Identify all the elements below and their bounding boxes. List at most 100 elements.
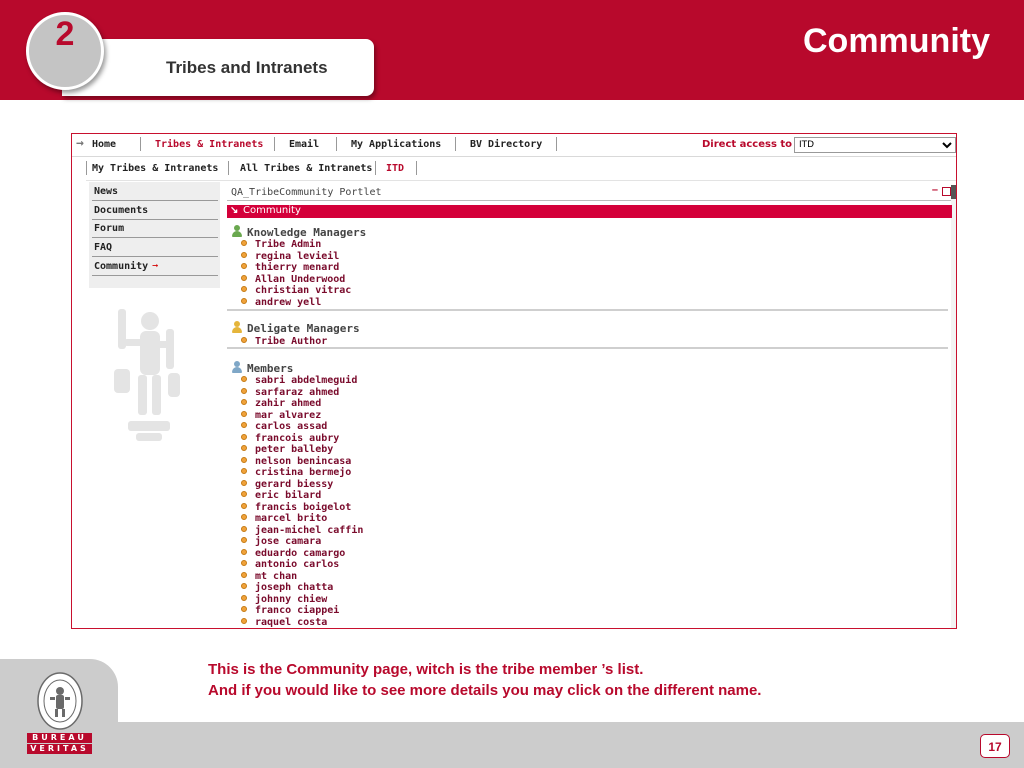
leftnav-documents[interactable]: Documents (92, 203, 218, 220)
nav-email[interactable]: Email (289, 139, 319, 150)
bullet-icon (241, 251, 247, 258)
logo-line-1: BUREAU (27, 733, 92, 743)
person-name[interactable]: francis boigelot (255, 502, 351, 513)
leftnav-label: FAQ (94, 242, 113, 253)
direct-access-select[interactable]: ITD (794, 137, 956, 153)
person-link[interactable]: peter balleby (241, 444, 363, 456)
person-link[interactable]: antonio carlos (241, 559, 363, 571)
nav-my-applications[interactable]: My Applications (351, 139, 441, 150)
scrollbar-thumb[interactable] (951, 185, 956, 199)
person-name[interactable]: andrew yell (255, 297, 321, 308)
person-name[interactable]: peter balleby (255, 444, 333, 455)
subnav-itd[interactable]: ITD (386, 163, 404, 174)
person-name[interactable]: carlos assad (255, 421, 327, 432)
person-link[interactable]: sabri abdelmeguid (241, 375, 363, 387)
person-name[interactable]: sabri abdelmeguid (255, 375, 357, 386)
person-link[interactable]: eduardo camargo (241, 548, 363, 560)
person-name[interactable]: zahir ahmed (255, 398, 321, 409)
person-name[interactable]: nelson benincasa (255, 456, 351, 467)
person-link[interactable]: zahir ahmed (241, 398, 363, 410)
person-link[interactable]: joseph chatta (241, 582, 363, 594)
person-link[interactable]: thierry menard (241, 262, 351, 274)
person-name[interactable]: eduardo camargo (255, 548, 345, 559)
bullet-icon (241, 274, 247, 281)
person-link[interactable]: jean-michel caffin (241, 525, 363, 537)
person-name[interactable]: Tribe Admin (255, 239, 321, 250)
person-link[interactable]: carlos assad (241, 421, 363, 433)
leftnav-label: Documents (94, 205, 149, 216)
person-link[interactable]: nelson benincasa (241, 456, 363, 468)
person-name[interactable]: marcel brito (255, 513, 327, 524)
leftnav-news[interactable]: News (92, 184, 218, 201)
person-link[interactable]: jose camara (241, 536, 363, 548)
leftnav-community[interactable]: Community ➞ (92, 259, 218, 276)
person-link[interactable]: johnny chiew (241, 594, 363, 606)
person-name[interactable]: thierry menard (255, 262, 339, 273)
person-link[interactable]: andrew yell (241, 297, 351, 309)
person-link[interactable]: raquel costa (241, 617, 363, 629)
person-link[interactable]: Allan Underwood (241, 274, 351, 286)
person-name[interactable]: eric bilard (255, 490, 321, 501)
bullet-icon (241, 433, 247, 440)
person-link[interactable]: franco ciappei (241, 605, 363, 617)
person-link[interactable]: eric bilard (241, 490, 363, 502)
maximize-icon[interactable] (942, 187, 951, 196)
person-link[interactable]: cristina bermejo (241, 467, 363, 479)
nav-bv-directory[interactable]: BV Directory (470, 139, 542, 150)
person-link[interactable]: Tribe Author (241, 336, 327, 348)
person-name[interactable]: franco ciappei (255, 605, 339, 616)
person-name[interactable]: cristina bermejo (255, 467, 351, 478)
person-name[interactable]: mt chan (255, 571, 297, 582)
bullet-icon (241, 548, 247, 555)
person-link[interactable]: marcel brito (241, 513, 363, 525)
person-name[interactable]: mar alvarez (255, 410, 321, 421)
person-name[interactable]: Allan Underwood (255, 274, 345, 285)
section-knowledge-managers: Knowledge Managers (232, 225, 366, 239)
person-link[interactable]: sarfaraz ahmed (241, 387, 363, 399)
person-name[interactable]: raquel costa (255, 617, 327, 628)
person-name[interactable]: Tribe Author (255, 336, 327, 347)
nav-home[interactable]: Home (92, 139, 116, 150)
nav-tribes-intranets[interactable]: Tribes & Intranets (155, 139, 263, 150)
leftnav-forum[interactable]: Forum (92, 221, 218, 238)
person-name[interactable]: joseph chatta (255, 582, 333, 593)
person-name[interactable]: christian vitrac (255, 285, 351, 296)
section-divider (227, 347, 948, 349)
subnav-separator (375, 161, 376, 175)
leftnav-faq[interactable]: FAQ (92, 240, 218, 257)
scrollbar[interactable] (951, 185, 956, 628)
subnav-all-tribes[interactable]: All Tribes & Intranets (240, 163, 372, 174)
minimize-icon[interactable]: – (932, 184, 938, 196)
person-link[interactable]: Tribe Admin (241, 239, 351, 251)
person-name[interactable]: francois aubry (255, 433, 339, 444)
person-link[interactable]: christian vitrac (241, 285, 351, 297)
person-link[interactable]: mar alvarez (241, 410, 363, 422)
bullet-icon (241, 594, 247, 601)
person-name[interactable]: antonio carlos (255, 559, 339, 570)
section-members: Members (232, 361, 293, 375)
bullet-icon (241, 456, 247, 463)
bullet-icon (241, 606, 247, 612)
bullet-icon (241, 560, 247, 566)
bullet-icon (241, 617, 247, 624)
section-tab: Tribes and Intranets (62, 39, 374, 96)
nav-separator (274, 137, 275, 151)
person-name[interactable]: johnny chiew (255, 594, 327, 605)
bullet-icon (241, 240, 247, 246)
person-link[interactable]: gerard biessy (241, 479, 363, 491)
bullet-icon (241, 525, 247, 532)
person-link[interactable]: francois aubry (241, 433, 363, 445)
subnav-my-tribes[interactable]: My Tribes & Intranets (92, 163, 218, 174)
person-name[interactable]: sarfaraz ahmed (255, 387, 339, 398)
bullet-icon (241, 337, 247, 343)
back-arrow-icon[interactable]: → (76, 136, 84, 151)
bullet-icon (241, 502, 247, 509)
person-link[interactable]: regina levieil (241, 251, 351, 263)
person-name[interactable]: jose camara (255, 536, 321, 547)
person-name[interactable]: regina levieil (255, 251, 339, 262)
person-link[interactable]: mt chan (241, 571, 363, 583)
person-name[interactable]: jean-michel caffin (255, 525, 363, 536)
yellow-person-icon (232, 321, 242, 333)
person-name[interactable]: gerard biessy (255, 479, 333, 490)
person-link[interactable]: francis boigelot (241, 502, 363, 514)
